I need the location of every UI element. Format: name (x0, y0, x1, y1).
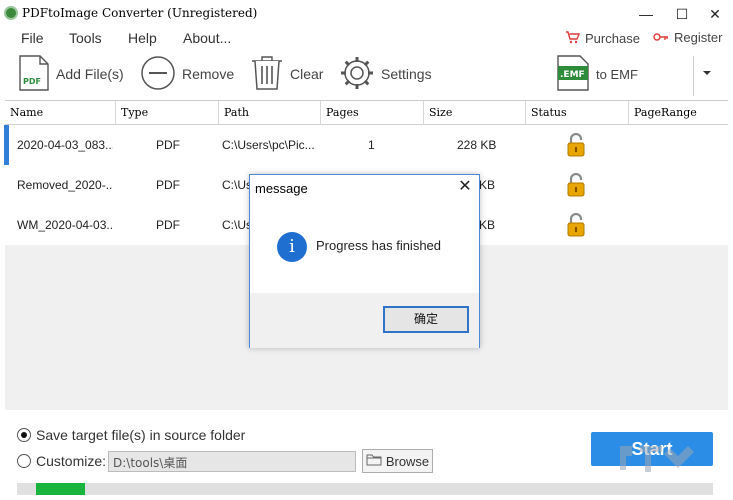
customize-label: Customize: (36, 453, 107, 469)
register-link[interactable]: Register (653, 30, 722, 45)
cell-size: KB (479, 218, 496, 232)
menu-bar: File Tools Help About... Purchase Regist… (0, 28, 733, 50)
key-icon (653, 30, 669, 45)
start-button[interactable]: Start (591, 432, 713, 466)
title-bar: PDFtoImage Converter (Unregistered) — ☐ … (0, 0, 733, 28)
cell-pagerange (634, 165, 724, 205)
add-files-button[interactable]: PDF Add File(s) (18, 54, 124, 94)
menu-tools[interactable]: Tools (69, 30, 102, 46)
cell-name: WM_2020-04-03... (17, 218, 113, 232)
output-path-field[interactable]: D:\tools\桌面 (108, 451, 356, 472)
info-icon: i (277, 232, 307, 262)
cell-size: KB (479, 178, 496, 192)
close-button[interactable]: ✕ (705, 4, 725, 24)
col-header-pages[interactable]: Pages (321, 101, 424, 125)
cart-icon (565, 30, 581, 47)
cell-name: 2020-04-03_083... (17, 138, 113, 152)
save-source-label: Save target file(s) in source folder (36, 427, 246, 443)
cell-pagerange (634, 205, 724, 245)
menu-help[interactable]: Help (128, 30, 157, 46)
remove-button[interactable]: Remove (140, 54, 234, 94)
format-dropdown-arrow-icon[interactable] (701, 66, 713, 80)
progress-fill (36, 483, 85, 495)
pdf-file-icon: PDF (18, 54, 50, 94)
toolbar-separator (693, 56, 694, 96)
message-dialog: message ✕ i Progress has finished 确定 (249, 174, 480, 348)
cell-pagerange (634, 125, 724, 165)
dialog-close-button[interactable]: ✕ (456, 178, 474, 196)
save-source-radio[interactable] (17, 428, 31, 442)
grid-header: Name Type Path Pages Size Status PageRan… (5, 101, 728, 125)
unlocked-padlock-icon (566, 132, 586, 160)
minus-circle-icon (140, 55, 176, 94)
cell-path: C:\Users\pc\Pic... (222, 138, 315, 152)
dialog-ok-button[interactable]: 确定 (383, 306, 469, 333)
clear-label: Clear (290, 66, 324, 82)
window-title: PDFtoImage Converter (Unregistered) (22, 6, 258, 20)
col-header-status[interactable]: Status (526, 101, 629, 125)
save-source-option[interactable]: Save target file(s) in source folder (17, 427, 245, 443)
to-format-label: to EMF (596, 66, 638, 82)
cell-name: Removed_2020-... (17, 178, 113, 192)
purchase-label: Purchase (585, 31, 640, 46)
progress-bar (17, 483, 713, 495)
dialog-message: Progress has finished (316, 238, 442, 253)
output-format-button[interactable]: .EMF to EMF (556, 54, 638, 94)
gear-icon (339, 55, 375, 94)
settings-label: Settings (381, 66, 432, 82)
col-header-pagerange[interactable]: PageRange (629, 101, 728, 125)
toolbar: PDF Add File(s) Remove Clear Settings .E… (0, 50, 733, 98)
table-row[interactable]: 2020-04-03_083... PDF C:\Users\pc\Pic...… (4, 125, 728, 165)
cell-size: 228 KB (457, 138, 497, 152)
dialog-footer: 确定 (250, 293, 479, 348)
svg-text:.EMF: .EMF (560, 70, 585, 80)
trash-icon (250, 55, 284, 94)
cell-type: PDF (156, 138, 180, 152)
app-logo-icon (4, 6, 18, 20)
add-files-label: Add File(s) (56, 66, 124, 82)
customize-option[interactable]: Customize: (17, 453, 106, 469)
minimize-button[interactable]: — (636, 4, 656, 24)
cell-pages: 1 (368, 138, 375, 152)
cell-type: PDF (156, 218, 180, 232)
cell-type: PDF (156, 178, 180, 192)
emf-format-icon: .EMF (556, 54, 590, 94)
settings-button[interactable]: Settings (339, 54, 432, 94)
col-header-name[interactable]: Name (5, 101, 116, 125)
purchase-link[interactable]: Purchase (565, 30, 640, 47)
browse-button[interactable]: Browse (362, 449, 433, 473)
col-header-type[interactable]: Type (116, 101, 219, 125)
maximize-button[interactable]: ☐ (672, 4, 692, 24)
unlocked-padlock-icon (566, 172, 586, 200)
folder-icon (366, 453, 382, 469)
clear-button[interactable]: Clear (250, 54, 323, 94)
selected-row-marker (4, 125, 9, 165)
browse-label: Browse (385, 453, 430, 469)
menu-about[interactable]: About... (183, 30, 231, 46)
unlocked-padlock-icon (566, 212, 586, 240)
customize-radio[interactable] (17, 454, 31, 468)
remove-label: Remove (182, 66, 235, 82)
col-header-size[interactable]: Size (424, 101, 526, 125)
dialog-title: message (255, 181, 308, 196)
col-header-path[interactable]: Path (219, 101, 321, 125)
register-label: Register (674, 30, 723, 45)
svg-text:PDF: PDF (23, 77, 41, 86)
menu-file[interactable]: File (21, 30, 44, 46)
